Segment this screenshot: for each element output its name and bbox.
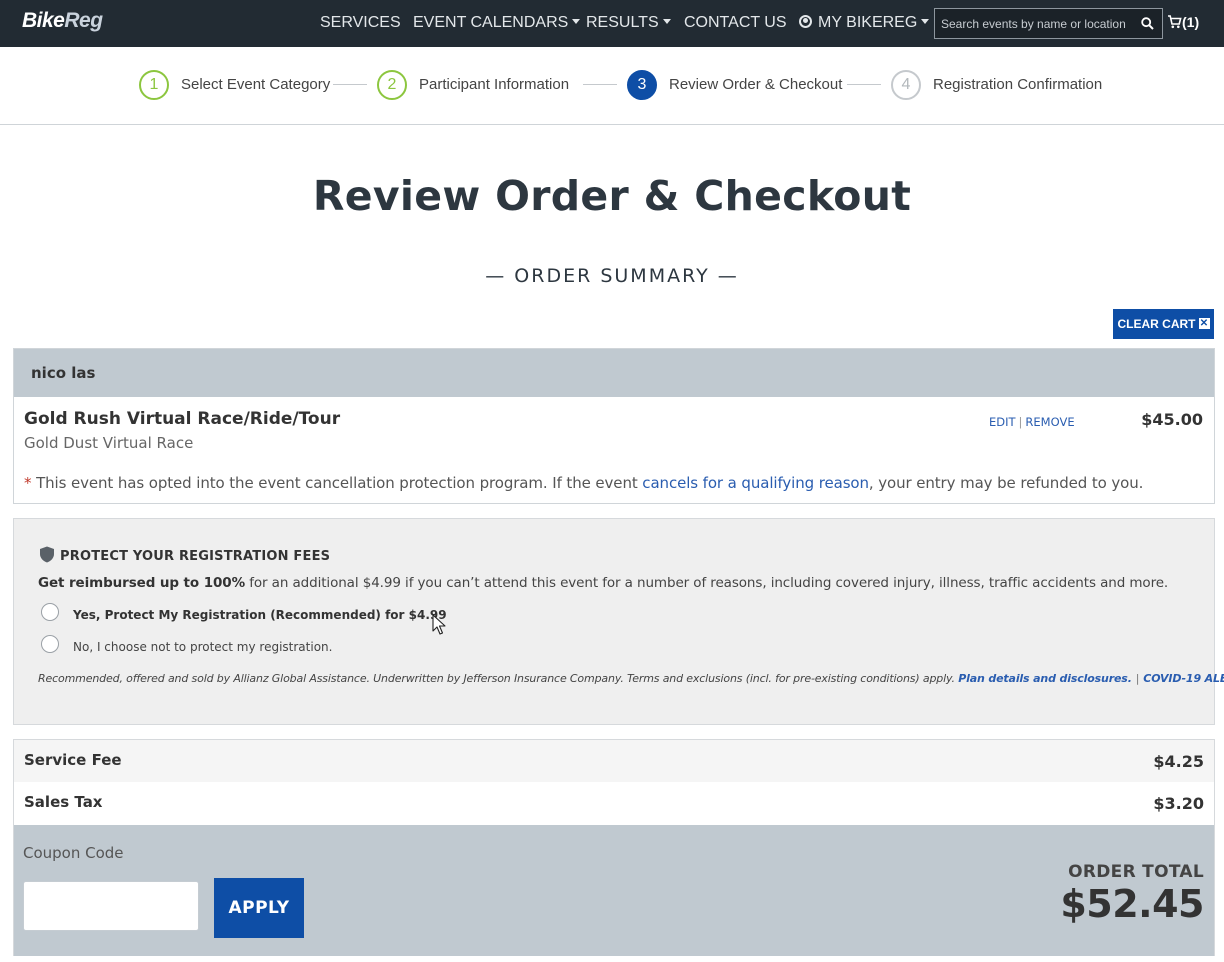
step-participant-information[interactable]: 2 Participant Information xyxy=(377,70,569,100)
nav-results[interactable]: RESULTS xyxy=(586,14,671,32)
clear-cart-label: CLEAR CART xyxy=(1117,317,1196,331)
step-label: Select Event Category xyxy=(181,75,331,93)
event-category: Gold Dust Virtual Race xyxy=(24,434,194,452)
cart-item-panel: nico las Gold Rush Virtual Race/Ride/Tou… xyxy=(13,348,1215,504)
protect-fine-print: Recommended, offered and sold by Allianz… xyxy=(38,672,1224,685)
logo-text-reg: Reg xyxy=(64,9,103,32)
protect-no-radio[interactable] xyxy=(41,635,59,653)
event-price: $45.00 xyxy=(1141,410,1203,429)
sales-tax-value: $3.20 xyxy=(1153,794,1204,813)
order-total-label: ORDER TOTAL xyxy=(1068,862,1204,882)
protect-yes-radio[interactable] xyxy=(41,603,59,621)
nav-my-bikereg-label: MY BIKEREG xyxy=(818,14,918,31)
protect-no-label[interactable]: No, I choose not to protect my registrat… xyxy=(73,640,332,654)
sales-tax-label: Sales Tax xyxy=(24,793,103,811)
clear-cart-button[interactable]: CLEAR CART ✕ xyxy=(1113,309,1214,339)
bikereg-logo[interactable]: BikeReg xyxy=(22,9,103,33)
coupon-area: Coupon Code APPLY ORDER TOTAL $52.45 xyxy=(14,825,1214,956)
user-circle-icon xyxy=(799,14,812,28)
step-registration-confirmation: 4 Registration Confirmation xyxy=(891,70,1102,100)
remove-link[interactable]: REMOVE xyxy=(1025,415,1074,429)
cancellation-protection-note: * This event has opted into the event ca… xyxy=(24,474,1143,492)
protect-description-bold: Get reimbursed up to 100% xyxy=(38,575,245,591)
service-fee-row: Service Fee $4.25 xyxy=(14,740,1214,782)
action-separator: | xyxy=(1018,415,1023,429)
plan-details-link[interactable]: Plan details and disclosures. xyxy=(958,672,1132,685)
step-label: Participant Information xyxy=(419,75,570,93)
coupon-code-input[interactable] xyxy=(23,881,199,931)
step-divider xyxy=(583,84,617,85)
nav-services[interactable]: SERVICES xyxy=(320,14,401,32)
participant-header: nico las xyxy=(14,349,1214,397)
chevron-down-icon xyxy=(921,19,930,25)
step-number: 3 xyxy=(627,70,657,100)
service-fee-label: Service Fee xyxy=(24,751,122,769)
nav-contact-us[interactable]: CONTACT US xyxy=(684,14,787,32)
edit-link[interactable]: EDIT xyxy=(989,415,1016,429)
service-fee-value: $4.25 xyxy=(1153,752,1204,771)
step-review-order-checkout: 3 Review Order & Checkout xyxy=(627,70,842,100)
search-icon[interactable] xyxy=(1141,17,1154,30)
apply-coupon-button[interactable]: APPLY xyxy=(214,878,304,938)
nav-event-calendars[interactable]: EVENT CALENDARS xyxy=(413,14,581,32)
fine-print-separator: | xyxy=(1135,672,1140,685)
protect-description: Get reimbursed up to 100% for an additio… xyxy=(38,575,1168,591)
step-number: 4 xyxy=(891,70,921,100)
order-totals-panel: Service Fee $4.25 Sales Tax $3.20 Coupon… xyxy=(13,739,1215,956)
nav-event-calendars-label: EVENT CALENDARS xyxy=(413,14,569,31)
qualifying-reason-link[interactable]: cancels for a qualifying reason xyxy=(642,474,869,492)
mouse-cursor-icon xyxy=(432,614,446,635)
cart-link[interactable]: (1) xyxy=(1167,14,1199,30)
cart-icon xyxy=(1168,15,1182,29)
order-summary-heading: — ORDER SUMMARY — xyxy=(485,265,739,287)
search-input[interactable] xyxy=(941,15,1131,33)
nav-results-label: RESULTS xyxy=(586,14,659,31)
close-icon: ✕ xyxy=(1198,318,1210,330)
cart-count: (1) xyxy=(1182,14,1200,30)
participant-name: nico las xyxy=(31,364,96,382)
order-total-value: $52.45 xyxy=(1060,882,1204,926)
covid-alert-link[interactable]: COVID-19 ALERT xyxy=(1143,672,1224,685)
step-number: 1 xyxy=(139,70,169,100)
nav-my-bikereg[interactable]: MY BIKEREG xyxy=(799,14,930,32)
note-text-end: , your entry may be refunded to you. xyxy=(868,474,1144,492)
shield-icon xyxy=(40,546,54,563)
event-actions: EDIT | REMOVE xyxy=(989,415,1075,429)
protect-yes-label[interactable]: Yes, Protect My Registration (Recommende… xyxy=(73,608,447,622)
page-title: Review Order & Checkout xyxy=(312,172,912,220)
step-divider xyxy=(847,84,881,85)
chevron-down-icon xyxy=(572,19,581,25)
chevron-down-icon xyxy=(662,19,671,25)
fine-print-text: Recommended, offered and sold by Allianz… xyxy=(38,672,959,685)
step-number: 2 xyxy=(377,70,407,100)
logo-text-bike: Bike xyxy=(22,9,65,32)
event-title: Gold Rush Virtual Race/Ride/Tour xyxy=(24,409,341,429)
sales-tax-row: Sales Tax $3.20 xyxy=(14,782,1214,824)
top-navbar: BikeReg SERVICES EVENT CALENDARS RESULTS… xyxy=(0,0,1224,47)
step-divider xyxy=(333,84,367,85)
search-box xyxy=(934,8,1163,39)
registration-protection-panel: PROTECT YOUR REGISTRATION FEES Get reimb… xyxy=(13,518,1224,725)
checkout-stepper: 1 Select Event Category 2 Participant Info… xyxy=(0,47,1224,125)
note-text: This event has opted into the event canc… xyxy=(31,474,643,492)
step-select-event-category[interactable]: 1 Select Event Category xyxy=(139,70,330,100)
coupon-label: Coupon Code xyxy=(23,844,124,862)
step-label: Registration Confirmation xyxy=(933,75,1103,93)
protect-description-text: for an additional $4.99 if you can’t att… xyxy=(245,575,1169,591)
step-label: Review Order & Checkout xyxy=(669,75,843,93)
protect-title: PROTECT YOUR REGISTRATION FEES xyxy=(60,549,331,564)
